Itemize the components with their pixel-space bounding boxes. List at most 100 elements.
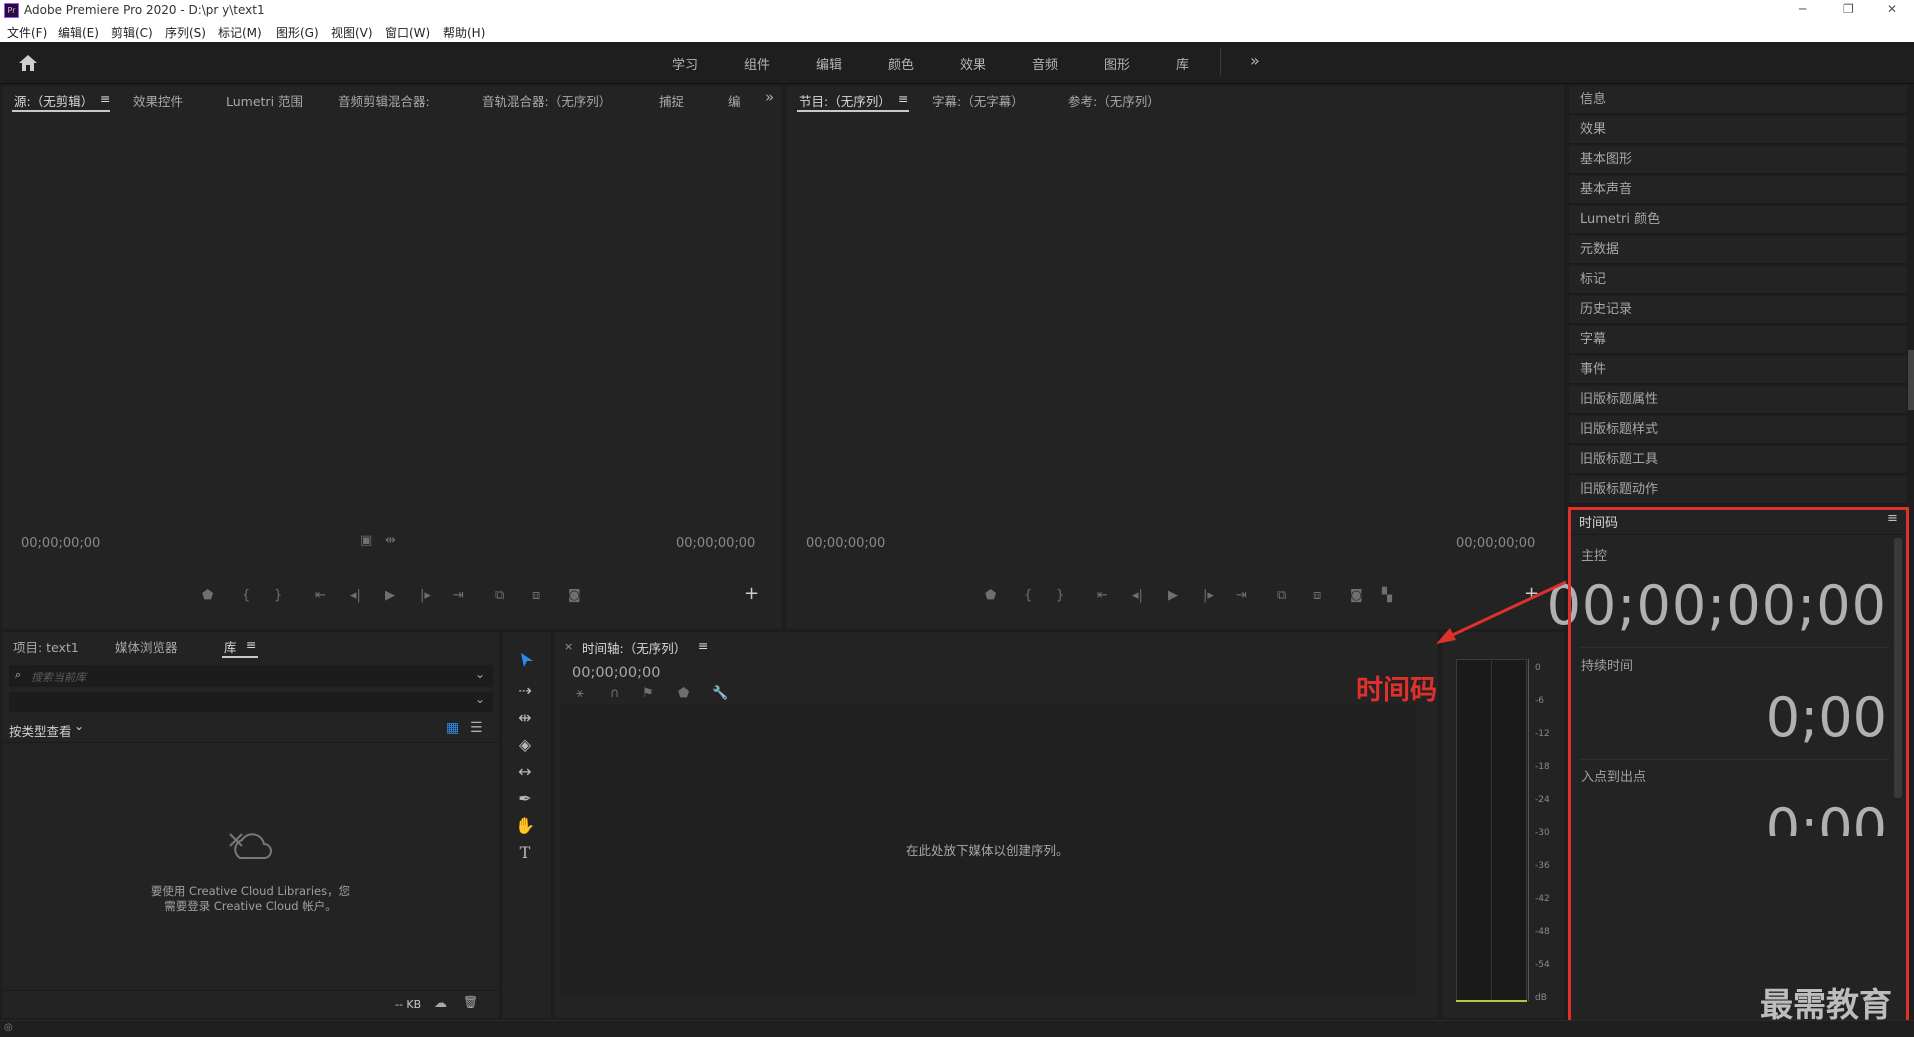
hand-tool-icon[interactable]: ✋ [507, 816, 543, 840]
search-input[interactable]: 搜索当前库 [31, 669, 86, 685]
panel-essential-sound[interactable]: 基本声音 [1569, 176, 1907, 204]
tab-captions[interactable]: 字幕:（无字幕） [932, 91, 1024, 110]
selection-tool-icon[interactable] [520, 652, 534, 668]
play-icon[interactable]: ▶ [385, 588, 395, 603]
linked-selection-icon[interactable]: ⚑ [642, 686, 654, 701]
tab-source[interactable]: 源:（无剪辑） [14, 91, 93, 110]
tab-project[interactable]: 项目: text1 [13, 637, 79, 656]
panel-legacy-title-tools[interactable]: 旧版标题工具 [1569, 446, 1907, 474]
add-marker-icon[interactable]: ⬟ [678, 686, 689, 701]
export-frame-icon[interactable]: ◙ [568, 588, 581, 603]
list-view-icon[interactable]: ☰ [470, 720, 483, 736]
track-select-tool-icon[interactable]: ⇢ [507, 681, 543, 705]
tab-libraries[interactable]: 库 [224, 637, 237, 656]
pen-tool-icon[interactable]: ✒ [507, 789, 543, 813]
tab-timeline[interactable]: 时间轴:（无序列） [582, 638, 686, 657]
tab-lumetri-scopes[interactable]: Lumetri 范围 [226, 91, 303, 110]
menu-marker[interactable]: 标记(M) [218, 24, 262, 41]
drag-video-icon[interactable]: ▣ [360, 533, 372, 548]
go-to-out-icon[interactable]: ⇥ [453, 588, 464, 603]
program-timecode-left[interactable]: 00;00;00;00 [806, 536, 885, 551]
tab-edit-truncated[interactable]: 编 [728, 91, 741, 110]
type-tool-icon[interactable]: T [507, 843, 543, 867]
go-to-in-icon[interactable]: ⇤ [315, 588, 326, 603]
panel-markers[interactable]: 标记 [1569, 266, 1907, 294]
cloud-sync-icon[interactable]: ☁ [434, 996, 447, 1011]
extract-icon[interactable]: ⧈ [1313, 588, 1321, 603]
menu-edit[interactable]: 编辑(E) [58, 24, 99, 41]
workspace-color[interactable]: 颜色 [888, 54, 914, 73]
grid-view-icon[interactable]: ▦ [446, 720, 459, 736]
chevron-down-icon[interactable]: ⌄ [475, 667, 485, 681]
menu-graphics[interactable]: 图形(G) [276, 24, 319, 41]
snap-icon[interactable]: ∩ [610, 686, 620, 701]
menu-sequence[interactable]: 序列(S) [165, 24, 206, 41]
panel-legacy-title-actions[interactable]: 旧版标题动作 [1569, 476, 1907, 504]
overwrite-icon[interactable]: ⧈ [532, 588, 540, 603]
program-panel-menu-icon[interactable]: ≡ [898, 91, 908, 106]
timeline-timecode[interactable]: 00;00;00;00 [572, 665, 660, 681]
panel-info[interactable]: 信息 [1569, 86, 1907, 114]
panel-essential-graphics[interactable]: 基本图形 [1569, 146, 1907, 174]
workspace-editing[interactable]: 编辑 [816, 54, 842, 73]
workspace-more-icon[interactable]: » [1250, 51, 1260, 70]
step-forward-icon[interactable]: |▸ [1203, 588, 1214, 603]
mark-out-icon[interactable]: } [1056, 588, 1064, 603]
menu-help[interactable]: 帮助(H) [443, 24, 485, 41]
right-scrollbar-thumb[interactable] [1908, 350, 1914, 410]
panel-lumetri-color[interactable]: Lumetri 颜色 [1569, 206, 1907, 234]
libraries-panel-menu-icon[interactable]: ≡ [246, 637, 256, 652]
panel-effects[interactable]: 效果 [1569, 116, 1907, 144]
step-back-icon[interactable]: ◂| [1132, 588, 1143, 603]
play-icon[interactable]: ▶ [1168, 588, 1178, 603]
panel-overflow-icon[interactable]: » [765, 88, 774, 106]
menu-clip[interactable]: 剪辑(C) [111, 24, 153, 41]
add-marker-icon[interactable]: ⬟ [202, 588, 213, 603]
workspace-effects[interactable]: 效果 [960, 54, 986, 73]
library-search-box[interactable]: ⌕ 搜索当前库 ⌄ [9, 665, 493, 687]
panel-events[interactable]: 事件 [1569, 356, 1907, 384]
tab-program[interactable]: 节目:（无序列） [799, 91, 891, 110]
library-select[interactable]: ⌄ [9, 692, 493, 712]
close-window-button[interactable]: ✕ [1887, 2, 1897, 16]
timeline-settings-icon[interactable]: 🔧 [712, 686, 728, 701]
minimize-button[interactable]: ─ [1799, 2, 1806, 16]
mark-in-icon[interactable]: { [242, 588, 250, 603]
workspace-graphics[interactable]: 图形 [1104, 54, 1130, 73]
mark-out-icon[interactable]: } [274, 588, 282, 603]
source-panel-menu-icon[interactable]: ≡ [100, 91, 110, 106]
ripple-edit-tool-icon[interactable]: ⇹ [507, 708, 543, 732]
insert-icon[interactable]: ⧉ [495, 588, 504, 603]
tab-media-browser[interactable]: 媒体浏览器 [115, 637, 178, 656]
chevron-down-icon[interactable]: ⌄ [74, 719, 84, 733]
view-by-type-dropdown[interactable]: 按类型查看 [9, 721, 72, 740]
nest-icon[interactable]: ⚹ [576, 686, 584, 701]
workspace-audio[interactable]: 音频 [1032, 54, 1058, 73]
tab-capture[interactable]: 捕捉 [659, 91, 684, 110]
compare-view-icon[interactable]: ▚ [1382, 588, 1392, 603]
tab-effect-controls[interactable]: 效果控件 [133, 91, 183, 110]
step-forward-icon[interactable]: |▸ [420, 588, 431, 603]
workspace-libraries[interactable]: 库 [1176, 54, 1189, 73]
panel-legacy-title-styles[interactable]: 旧版标题样式 [1569, 416, 1907, 444]
maximize-button[interactable]: ❐ [1843, 2, 1854, 16]
source-timecode-left[interactable]: 00;00;00;00 [21, 536, 100, 551]
panel-legacy-title-properties[interactable]: 旧版标题属性 [1569, 386, 1907, 414]
panel-captions[interactable]: 字幕 [1569, 326, 1907, 354]
menu-window[interactable]: 窗口(W) [385, 24, 430, 41]
lift-icon[interactable]: ⧉ [1277, 588, 1286, 603]
export-frame-icon[interactable]: ◙ [1350, 588, 1363, 603]
workspace-learn[interactable]: 学习 [672, 54, 698, 73]
panel-metadata[interactable]: 元数据 [1569, 236, 1907, 264]
panel-history[interactable]: 历史记录 [1569, 296, 1907, 324]
slip-tool-icon[interactable]: ↔ [507, 762, 543, 786]
trash-icon[interactable]: 🗑 [463, 995, 478, 1009]
timeline-panel-menu-icon[interactable]: ≡ [698, 638, 708, 653]
button-editor-icon[interactable]: + [744, 583, 759, 604]
tab-audio-track-mixer[interactable]: 音轨混合器:（无序列） [482, 91, 611, 110]
workspace-assembly[interactable]: 组件 [744, 54, 770, 73]
tab-audio-clip-mixer[interactable]: 音频剪辑混合器: [338, 91, 430, 110]
add-marker-icon[interactable]: ⬟ [985, 588, 996, 603]
home-icon[interactable] [18, 54, 38, 72]
menu-file[interactable]: 文件(F) [7, 24, 47, 41]
